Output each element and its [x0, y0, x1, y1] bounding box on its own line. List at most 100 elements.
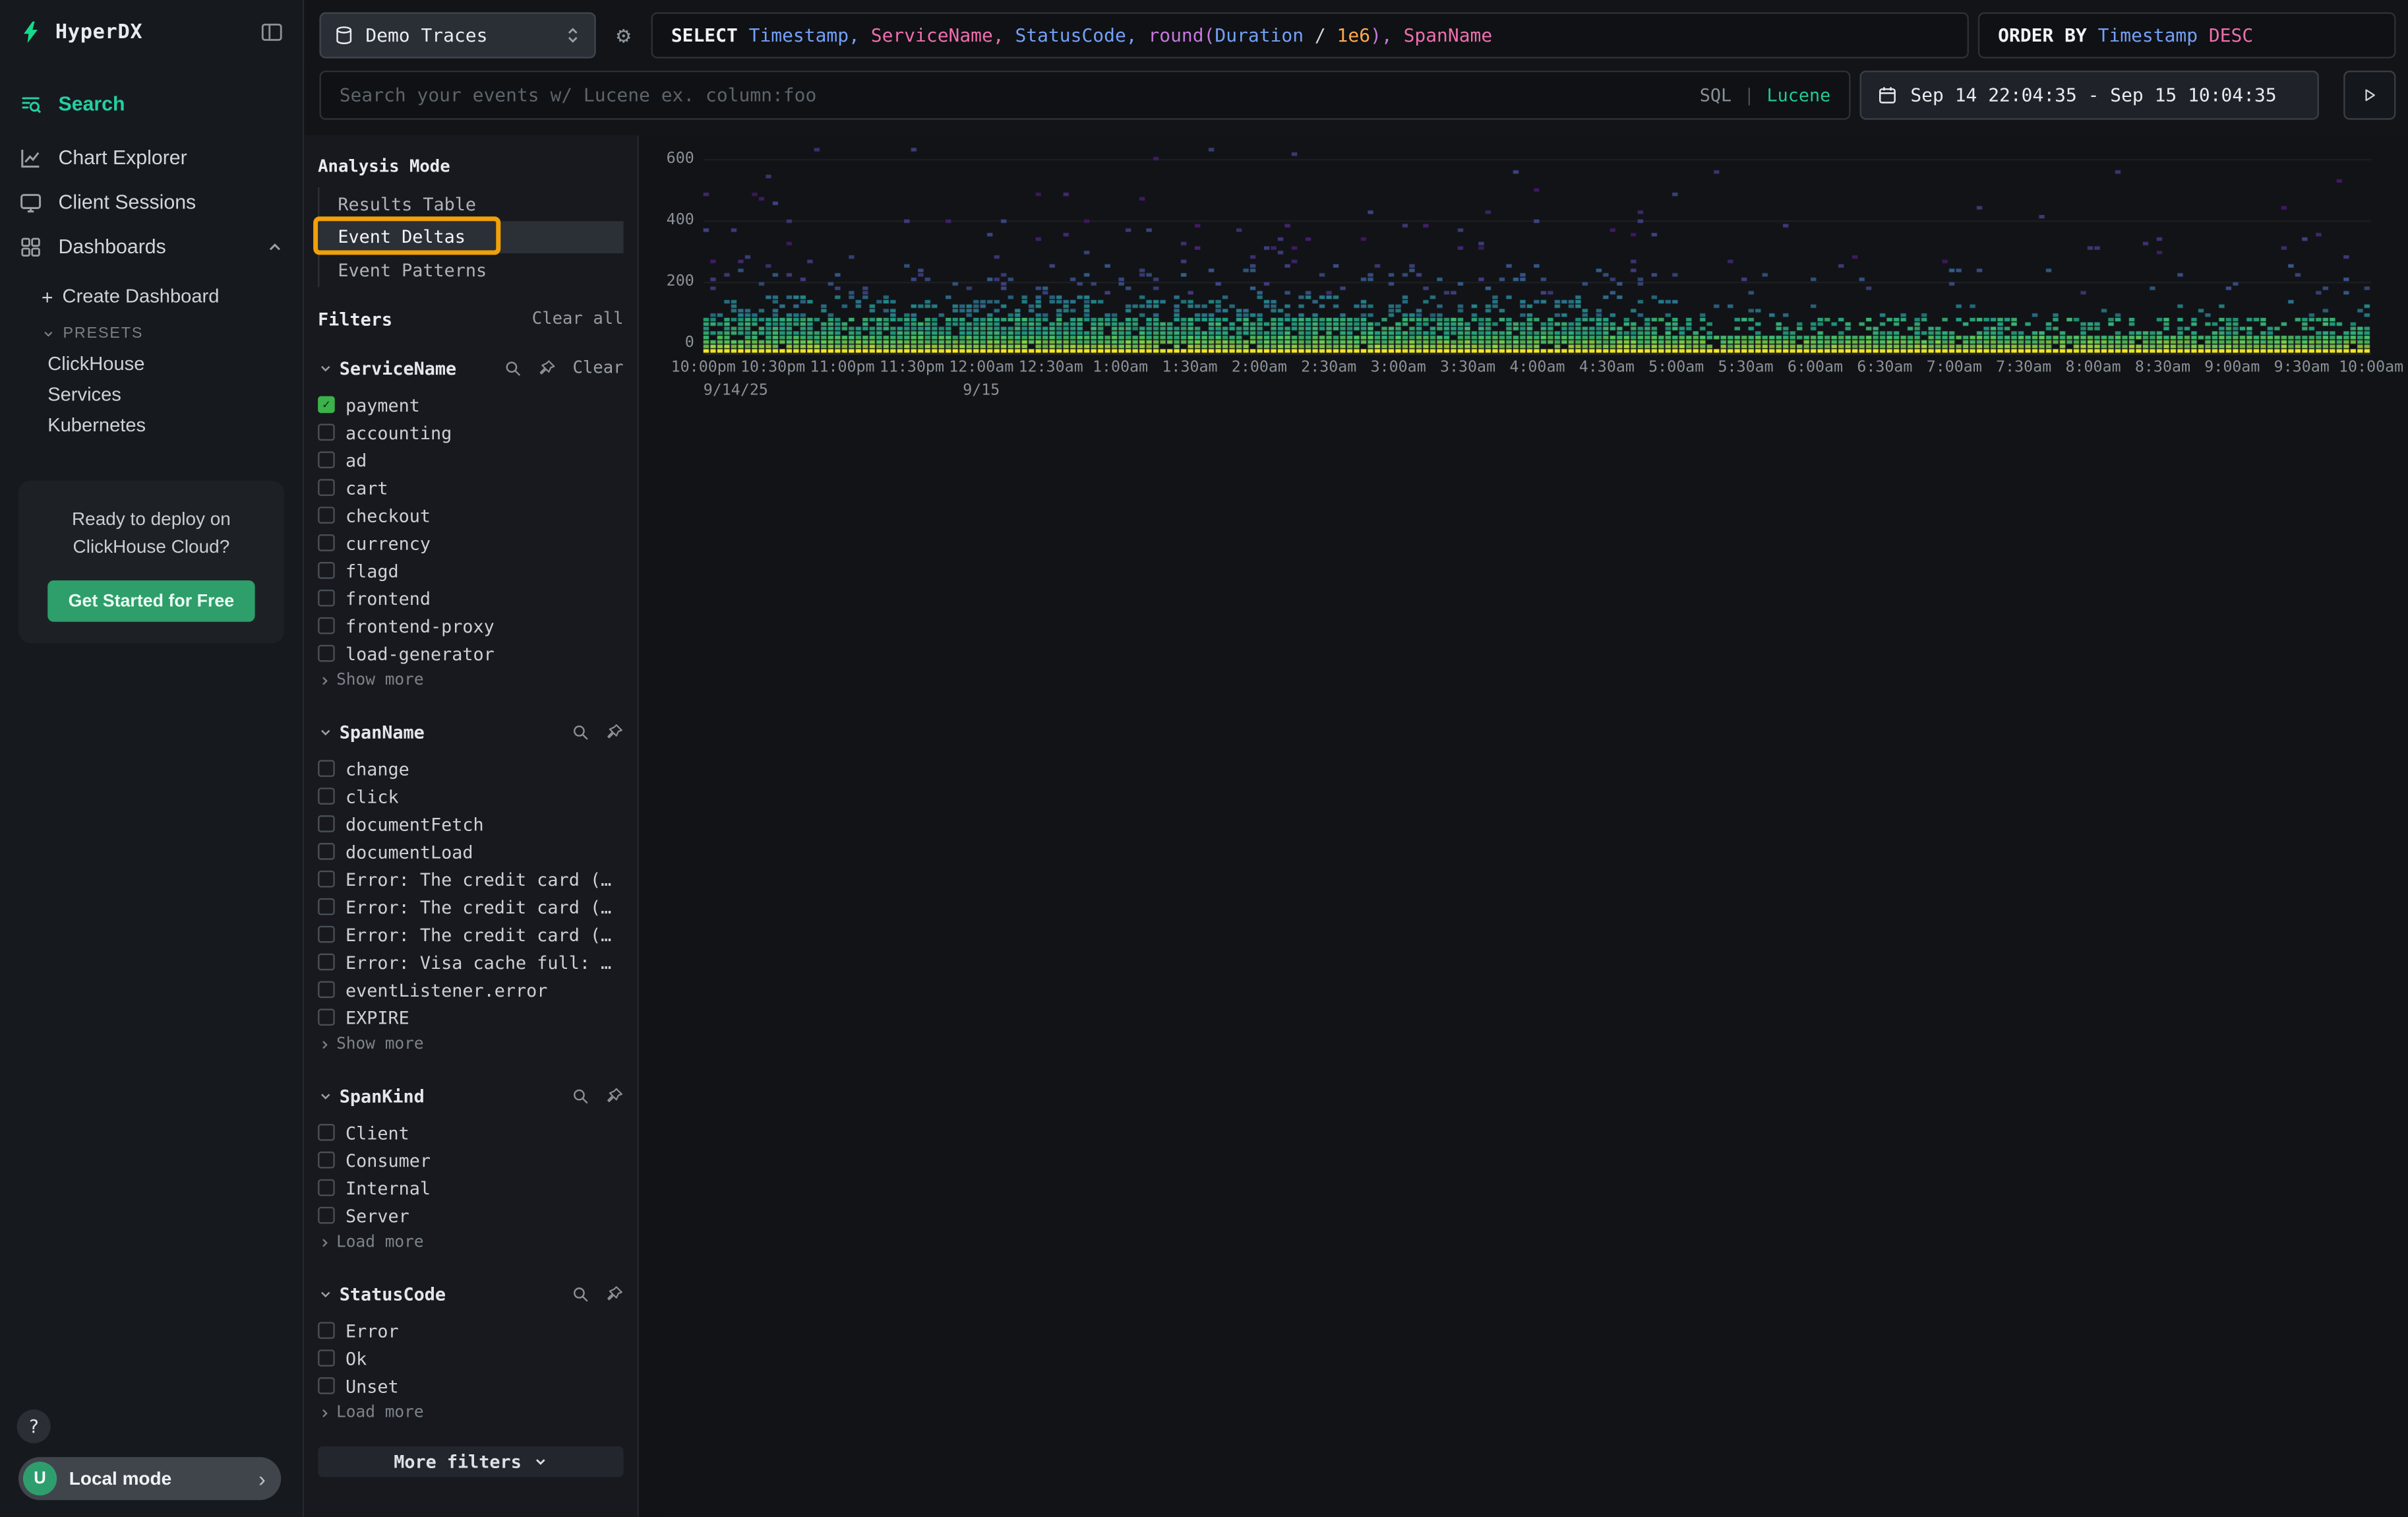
checkbox[interactable] — [318, 424, 335, 441]
checkbox[interactable] — [318, 760, 335, 777]
filter-option-error-visa-cache-full[interactable]: Error: Visa cache full: … — [318, 948, 623, 975]
checkbox[interactable] — [318, 617, 335, 635]
filter-option-documentfetch[interactable]: documentFetch — [318, 810, 623, 838]
run-query-button[interactable] — [2343, 71, 2395, 119]
more-filters-button[interactable]: More filters — [318, 1446, 623, 1477]
servicename-search-icon[interactable] — [504, 359, 522, 377]
filter-option-error-the-credit-card[interactable]: Error: The credit card (… — [318, 921, 623, 948]
mode-sql-toggle[interactable]: SQL — [1700, 84, 1731, 106]
filter-option-error-the-credit-card[interactable]: Error: The credit card (… — [318, 865, 623, 893]
filter-option-documentload[interactable]: documentLoad — [318, 838, 623, 865]
clear-all-filters-button[interactable]: Clear all — [532, 309, 624, 328]
spankind-load-more-button[interactable]: Load more — [318, 1229, 623, 1255]
sidebar-item-chart-explorer[interactable]: Chart Explorer — [0, 135, 303, 180]
spanname-pin-icon[interactable] — [605, 722, 624, 741]
spankind-pin-icon[interactable] — [605, 1086, 624, 1105]
checkbox[interactable] — [318, 451, 335, 468]
checkbox[interactable] — [318, 534, 335, 551]
filter-option-client[interactable]: Client — [318, 1119, 623, 1146]
spanname-show-more-button[interactable]: Show more — [318, 1031, 623, 1057]
checkbox[interactable] — [318, 479, 335, 496]
order-by-editor[interactable]: ORDER BY Timestamp DESC — [1978, 13, 2396, 59]
checkbox[interactable] — [318, 1179, 335, 1196]
checkbox[interactable] — [318, 1124, 335, 1141]
events-heatmap-chart[interactable]: 0200400600 10:00pm10:30pm11:00pm11:30pm1… — [639, 147, 2408, 402]
filter-option-unset[interactable]: Unset — [318, 1372, 623, 1400]
heatmap-canvas[interactable] — [704, 147, 2371, 353]
filter-option-expire[interactable]: EXPIRE — [318, 1003, 623, 1031]
chevron-down-icon[interactable] — [318, 1286, 333, 1301]
chevron-down-icon[interactable] — [318, 360, 333, 375]
help-button[interactable]: ? — [17, 1409, 51, 1443]
heatmap-plot[interactable] — [704, 147, 2371, 354]
mode-lucene-toggle[interactable]: Lucene — [1767, 84, 1831, 106]
checkbox[interactable] — [318, 815, 335, 832]
checkbox[interactable] — [318, 898, 335, 915]
sidebar-item-search[interactable]: Search — [0, 81, 303, 126]
servicename-pin-icon[interactable] — [537, 359, 556, 377]
checkbox[interactable] — [318, 1349, 335, 1367]
local-mode-menu[interactable]: U Local mode › — [18, 1457, 281, 1500]
source-select[interactable]: Demo Traces — [319, 13, 595, 59]
checkbox[interactable] — [318, 981, 335, 999]
statuscode-pin-icon[interactable] — [605, 1284, 624, 1303]
filter-option-consumer[interactable]: Consumer — [318, 1146, 623, 1174]
sidebar-item-client-sessions[interactable]: Client Sessions — [0, 179, 303, 224]
checkbox[interactable] — [318, 1322, 335, 1339]
filter-option-checkout[interactable]: checkout — [318, 501, 623, 529]
get-started-button[interactable]: Get Started for Free — [47, 580, 255, 622]
chevron-down-icon[interactable] — [318, 724, 333, 739]
presets-toggle[interactable]: PRESETS — [0, 318, 303, 349]
checkbox[interactable] — [318, 562, 335, 579]
analysis-mode-option-results-table[interactable]: Results Table — [319, 187, 623, 220]
checkbox[interactable] — [318, 645, 335, 662]
checkbox[interactable] — [318, 507, 335, 524]
servicename-clear-button[interactable]: Clear — [572, 357, 623, 377]
filter-option-currency[interactable]: currency — [318, 529, 623, 557]
chevron-down-icon[interactable] — [318, 1088, 333, 1103]
search-input[interactable] — [321, 84, 1700, 106]
filter-option-internal[interactable]: Internal — [318, 1174, 623, 1202]
checkbox[interactable] — [318, 1377, 335, 1394]
filter-option-frontend[interactable]: frontend — [318, 584, 623, 612]
sidebar-item-kubernetes[interactable]: Kubernetes — [0, 410, 303, 441]
filter-option-accounting[interactable]: accounting — [318, 418, 623, 446]
checkbox[interactable] — [318, 843, 335, 860]
filter-option-error-the-credit-card[interactable]: Error: The credit card (… — [318, 893, 623, 921]
statuscode-search-icon[interactable] — [571, 1284, 589, 1303]
checkbox[interactable] — [318, 590, 335, 607]
checkbox[interactable] — [318, 1207, 335, 1224]
statuscode-load-more-button[interactable]: Load more — [318, 1400, 623, 1426]
source-settings-gear-icon[interactable]: ⚙ — [605, 13, 642, 59]
checkbox[interactable] — [318, 1152, 335, 1169]
filter-option-flagd[interactable]: flagd — [318, 557, 623, 584]
checkbox[interactable] — [318, 926, 335, 943]
filter-option-click[interactable]: click — [318, 782, 623, 810]
checkbox[interactable] — [318, 871, 335, 888]
sidebar-collapse-icon[interactable] — [260, 20, 284, 44]
filter-option-eventlistener-error[interactable]: eventListener.error — [318, 975, 623, 1003]
filter-option-ok[interactable]: Ok — [318, 1344, 623, 1372]
filter-option-ad[interactable]: ad — [318, 446, 623, 474]
filter-option-frontend-proxy[interactable]: frontend-proxy — [318, 612, 623, 640]
filter-option-payment[interactable]: payment — [318, 390, 623, 418]
sidebar-item-services[interactable]: Services — [0, 379, 303, 410]
checkbox[interactable] — [318, 1008, 335, 1026]
date-range-picker[interactable]: Sep 14 22:04:35 - Sep 15 10:04:35 — [1860, 71, 2319, 119]
sql-select-editor[interactable]: SELECT Timestamp, ServiceName, StatusCod… — [651, 13, 1969, 59]
checkbox[interactable] — [318, 954, 335, 971]
chevron-up-icon[interactable] — [266, 237, 284, 256]
spanname-search-icon[interactable] — [571, 722, 589, 741]
filter-option-cart[interactable]: cart — [318, 474, 623, 501]
analysis-mode-option-event-deltas[interactable]: Event Deltas — [319, 220, 623, 253]
checkbox[interactable] — [318, 396, 335, 414]
sidebar-item-dashboards[interactable]: Dashboards — [0, 224, 303, 269]
filter-option-error[interactable]: Error — [318, 1316, 623, 1344]
servicename-show-more-button[interactable]: Show more — [318, 667, 623, 693]
spankind-search-icon[interactable] — [571, 1086, 589, 1105]
checkbox[interactable] — [318, 788, 335, 805]
filter-option-server[interactable]: Server — [318, 1202, 623, 1229]
filter-option-load-generator[interactable]: load-generator — [318, 640, 623, 667]
create-dashboard-button[interactable]: + Create Dashboard — [0, 278, 303, 315]
analysis-mode-option-event-patterns[interactable]: Event Patterns — [319, 253, 623, 286]
